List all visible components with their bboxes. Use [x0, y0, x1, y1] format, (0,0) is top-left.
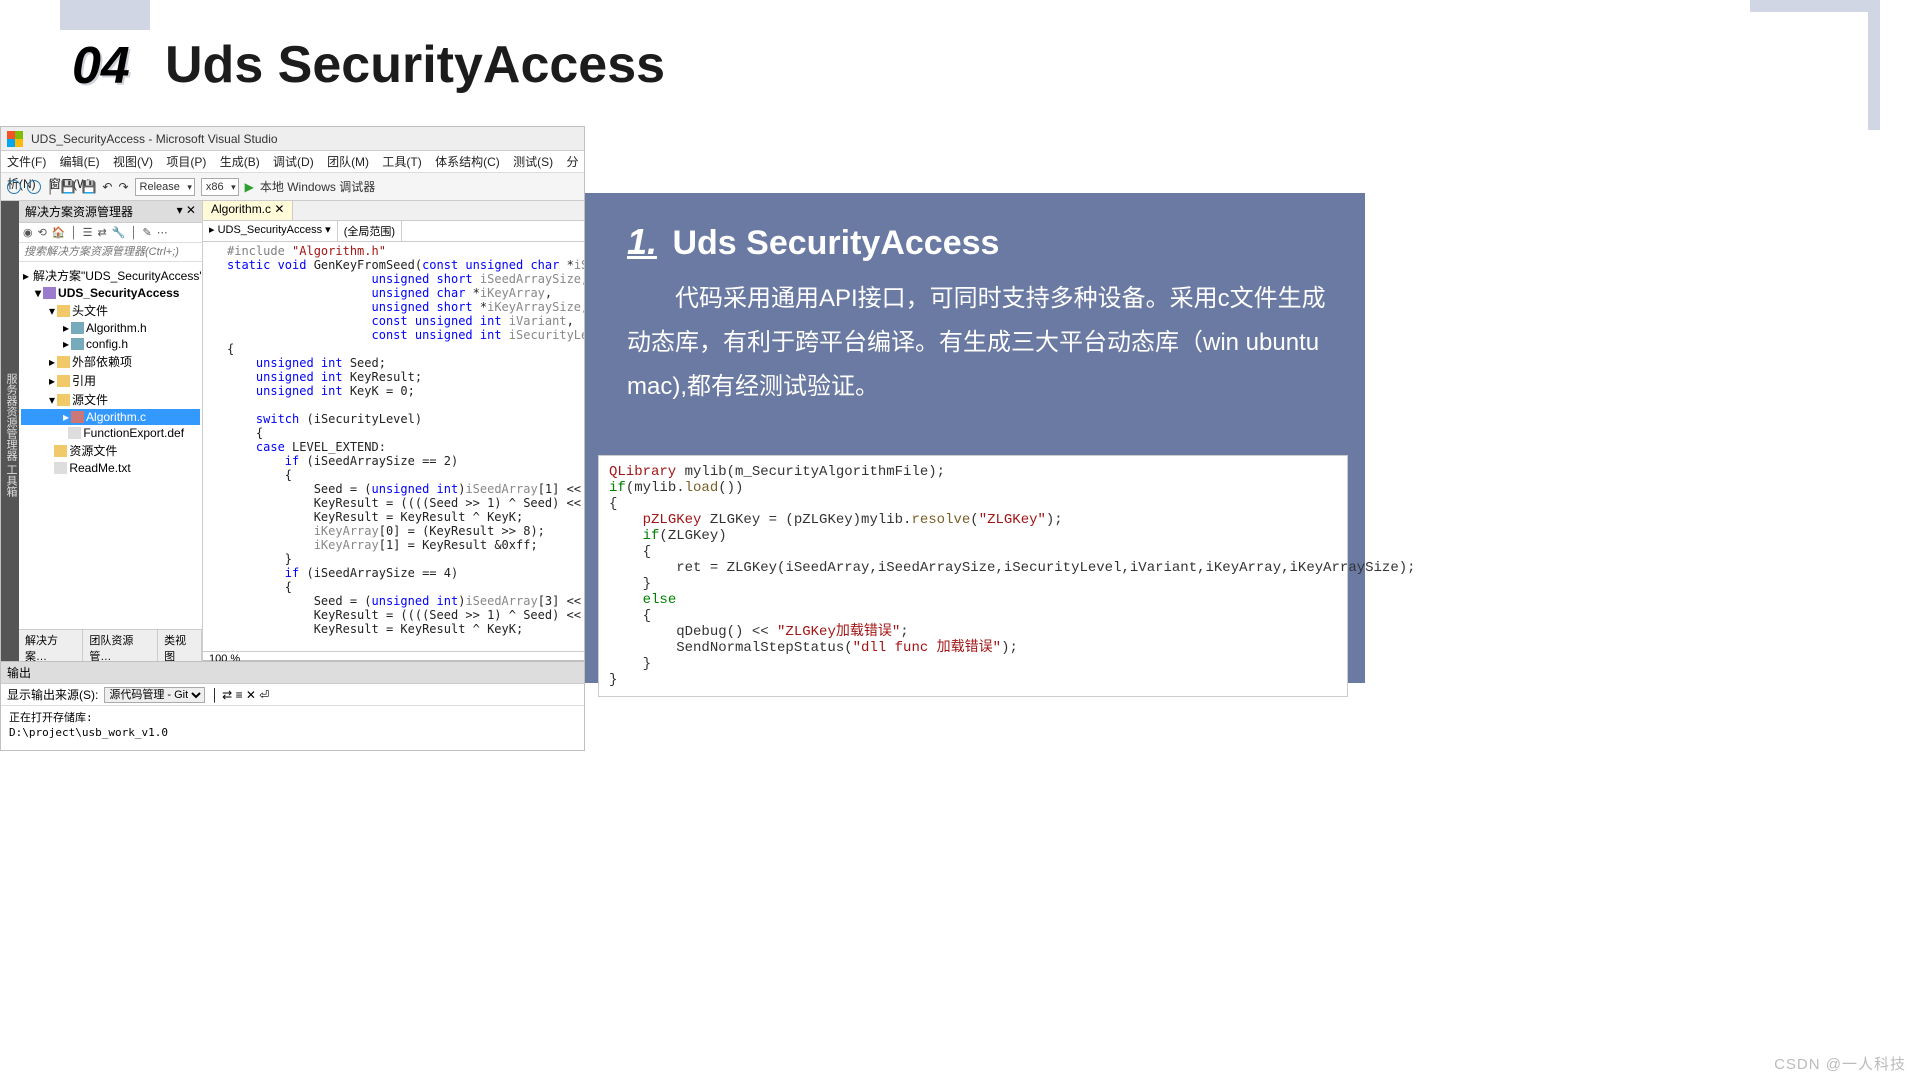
file-readme[interactable]: ReadMe.txt: [21, 460, 200, 476]
menu-file[interactable]: 文件(F): [7, 155, 46, 169]
menu-test[interactable]: 测试(S): [513, 155, 553, 169]
menu-debug[interactable]: 调试(D): [273, 155, 314, 169]
project-node[interactable]: ▾ UDS_SecurityAccess: [21, 285, 200, 301]
editor-tabs: Algorithm.c ✕: [203, 201, 584, 221]
folder-headers[interactable]: ▾ 头文件: [21, 301, 200, 320]
menu-team[interactable]: 团队(M): [327, 155, 369, 169]
explorer-toolbar[interactable]: ◉ ⟲ 🏠 │ ☰ ⇄ 🔧 │ ✎ ⋯: [19, 223, 202, 243]
vs-logo-icon: [7, 131, 23, 147]
header-accent: [60, 0, 150, 30]
watermark: CSDN @一人科技: [1774, 1053, 1906, 1074]
toolbar: │ 💾 💾 ↶ ↷ Release x86 ▶ 本地 Windows 调试器: [1, 173, 584, 201]
output-body: 正在打开存储库: D:\project\usb_work_v1.0: [1, 706, 584, 744]
menu-project[interactable]: 项目(P): [166, 155, 206, 169]
slide-title: Uds SecurityAccess: [165, 35, 665, 95]
solution-explorer: 解决方案资源管理器▾ ✕ ◉ ⟲ 🏠 │ ☰ ⇄ 🔧 │ ✎ ⋯ ▸ 解决方案"…: [19, 201, 203, 666]
folder-ext[interactable]: ▸ 外部依赖项: [21, 352, 200, 371]
explorer-search[interactable]: [19, 243, 202, 262]
tab-algorithm-c[interactable]: Algorithm.c ✕: [203, 201, 293, 220]
undo-icon[interactable]: ↶: [102, 173, 112, 201]
toolbar-sep: │: [47, 173, 55, 201]
nav-crumb: ▸ UDS_SecurityAccess ▾ (全局范围): [203, 221, 584, 242]
slide-number: 04: [72, 36, 130, 96]
window-title: UDS_SecurityAccess - Microsoft Visual St…: [31, 132, 278, 146]
code-editor: Algorithm.c ✕ ▸ UDS_SecurityAccess ▾ (全局…: [203, 201, 584, 666]
menu-arch[interactable]: 体系结构(C): [435, 155, 500, 169]
folder-res[interactable]: 资源文件: [21, 441, 200, 460]
file-algorithm-c[interactable]: ▸ Algorithm.c: [21, 409, 200, 425]
corner-decoration: [1750, 0, 1880, 130]
section-heading: 1. Uds SecurityAccess: [627, 221, 1331, 263]
debugger-label[interactable]: 本地 Windows 调试器: [260, 173, 375, 201]
crumb-scope[interactable]: (全局范围): [338, 221, 402, 241]
redo-icon[interactable]: ↷: [118, 173, 128, 201]
crumb-project[interactable]: ▸ UDS_SecurityAccess ▾: [203, 221, 338, 241]
save-all-icon[interactable]: 💾: [81, 173, 96, 201]
nav-back-icon[interactable]: [7, 180, 21, 194]
output-line1: 正在打开存储库:: [9, 710, 576, 725]
platform-select[interactable]: x86: [201, 178, 239, 196]
solution-tree: ▸ 解决方案"UDS_SecurityAccess"(1 … ▾ UDS_Sec…: [19, 262, 202, 629]
output-source-select[interactable]: 源代码管理 - Git: [104, 687, 205, 703]
code-snippet: QLibrary mylib(m_SecurityAlgorithmFile);…: [598, 455, 1348, 697]
search-input[interactable]: [19, 243, 202, 261]
file-algorithm-h[interactable]: ▸ Algorithm.h: [21, 320, 200, 336]
menu-edit[interactable]: 编辑(E): [60, 155, 100, 169]
config-select[interactable]: Release: [135, 178, 195, 196]
save-icon[interactable]: 💾: [61, 173, 76, 201]
visual-studio-window: UDS_SecurityAccess - Microsoft Visual St…: [0, 126, 585, 661]
server-explorer-strip[interactable]: 服务器资源管理器 工具箱: [1, 201, 19, 666]
menu-bar: 文件(F) 编辑(E) 视图(V) 项目(P) 生成(B) 调试(D) 团队(M…: [1, 151, 584, 173]
file-config-h[interactable]: ▸ config.h: [21, 336, 200, 352]
output-title: 输出: [1, 662, 584, 684]
menu-build[interactable]: 生成(B): [220, 155, 260, 169]
nav-fwd-icon[interactable]: [27, 180, 41, 194]
menu-tools[interactable]: 工具(T): [382, 155, 421, 169]
window-titlebar: UDS_SecurityAccess - Microsoft Visual St…: [1, 127, 584, 151]
code-area[interactable]: #include "Algorithm.h" static void GenKe…: [203, 242, 584, 651]
folder-ref[interactable]: ▸ 引用: [21, 371, 200, 390]
solution-node[interactable]: ▸ 解决方案"UDS_SecurityAccess"(1 …: [21, 266, 200, 285]
menu-view[interactable]: 视图(V): [113, 155, 153, 169]
file-export-def[interactable]: FunctionExport.def: [21, 425, 200, 441]
output-toolbar: 显示输出来源(S): 源代码管理 - Git │ ⇄ ≡ ✕ ⏎: [1, 684, 584, 706]
output-panel: 输出 显示输出来源(S): 源代码管理 - Git │ ⇄ ≡ ✕ ⏎ 正在打开…: [0, 661, 585, 751]
output-line2: D:\project\usb_work_v1.0: [9, 725, 576, 740]
explorer-title: 解决方案资源管理器▾ ✕: [19, 201, 202, 223]
play-icon[interactable]: ▶: [245, 173, 254, 201]
output-from-label: 显示输出来源(S):: [7, 686, 98, 703]
folder-src[interactable]: ▾ 源文件: [21, 390, 200, 409]
section-text: 代码采用通用API接口，可同时支持多种设备。采用c文件生成动态库，有利于跨平台编…: [627, 277, 1331, 409]
